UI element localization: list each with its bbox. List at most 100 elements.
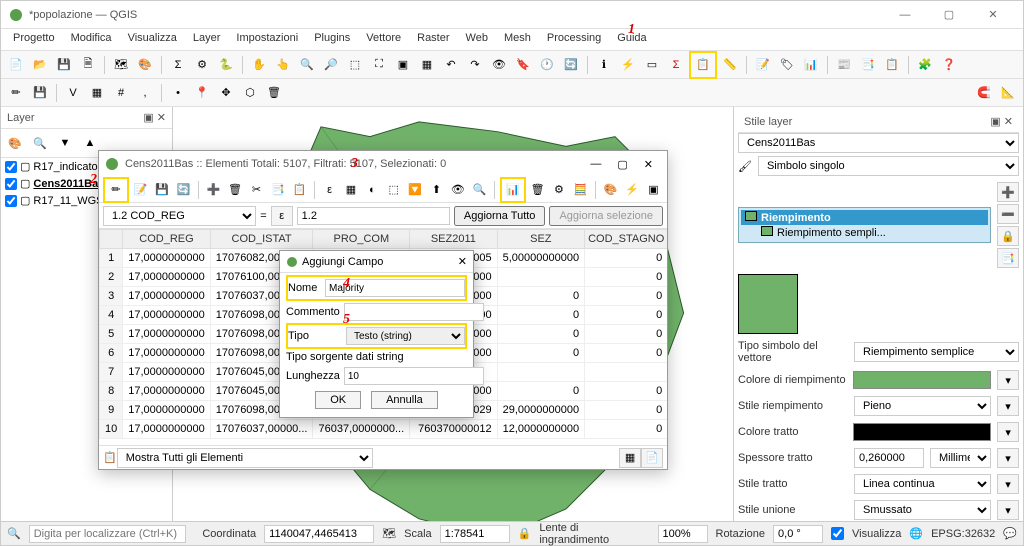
cell[interactable]: 0 [585, 382, 667, 401]
extents-icon[interactable]: 🗺 [382, 527, 396, 540]
cell[interactable]: 0 [585, 325, 667, 344]
new-field-icon[interactable]: 📊 [502, 179, 524, 201]
node-tool-icon[interactable]: ⬡ [239, 82, 261, 104]
trace-icon[interactable]: 📐 [997, 82, 1019, 104]
cond-format-icon[interactable]: 🎨 [601, 179, 620, 201]
invert-sel-icon[interactable]: ◐ [363, 179, 382, 201]
zoom-layer-icon[interactable]: ▦ [416, 54, 438, 76]
menu-impostazioni[interactable]: Impostazioni [228, 29, 306, 50]
zoom-full-icon[interactable]: ⛶ [368, 54, 390, 76]
join-style-opts-icon[interactable]: ▾ [997, 500, 1019, 520]
vector-type-select[interactable]: Riempimento semplice [854, 342, 1019, 362]
symbol-tree-child[interactable]: Riempimento sempli... [741, 225, 988, 240]
row-number[interactable]: 3 [100, 287, 123, 306]
delete-field-icon[interactable]: 🗑 [528, 179, 547, 201]
stroke-width-input[interactable] [854, 448, 924, 468]
update-all-button[interactable]: Aggiorna Tutto [454, 206, 546, 226]
filter-icon[interactable]: 🔽 [405, 179, 424, 201]
cell[interactable]: 17,0000000000 [123, 268, 210, 287]
temporal-icon[interactable]: 🕐 [536, 54, 558, 76]
select-expr-icon[interactable]: ε [320, 179, 339, 201]
addfield-cancel-button[interactable]: Annulla [371, 391, 438, 409]
plugin-icon[interactable]: 🧩 [914, 54, 936, 76]
cell[interactable]: 0 [497, 306, 584, 325]
menu-processing[interactable]: Processing [539, 29, 609, 50]
expand-icon[interactable]: ▼ [54, 132, 76, 154]
row-number[interactable]: 6 [100, 344, 123, 363]
update-sel-button[interactable]: Aggiorna selezione [549, 206, 663, 226]
save-edits2-icon[interactable]: 💾 [152, 179, 171, 201]
menu-visualizza[interactable]: Visualizza [120, 29, 185, 50]
style-manager-icon[interactable]: 🎨 [134, 54, 156, 76]
zoom-in-icon[interactable]: 🔍 [296, 54, 318, 76]
copy-icon[interactable]: 📑 [857, 54, 879, 76]
col-header[interactable]: PRO_COM [313, 230, 410, 249]
cell[interactable]: 17076037,00000... [210, 420, 313, 439]
menu-mesh[interactable]: Mesh [496, 29, 539, 50]
row-number[interactable]: 7 [100, 363, 123, 382]
menu-modifica[interactable]: Modifica [63, 29, 120, 50]
col-header[interactable]: COD_ISTAT [210, 230, 313, 249]
zoom-selection-icon[interactable]: ▣ [392, 54, 414, 76]
col-header[interactable]: COD_REG [123, 230, 210, 249]
layer-checkbox[interactable] [5, 195, 17, 207]
measure-icon[interactable]: 📏 [719, 54, 741, 76]
crs-icon[interactable]: 🌐 [909, 527, 923, 540]
row-number[interactable]: 10 [100, 420, 123, 439]
add-raster-icon[interactable]: ▦ [86, 82, 108, 104]
brush-icon[interactable]: 🖌 [738, 160, 752, 173]
addfield-comment-input[interactable] [344, 303, 484, 321]
symbol-mode-select[interactable]: Simbolo singolo [758, 156, 1019, 176]
zoom-last-icon[interactable]: ↶ [440, 54, 462, 76]
attr-expr-input[interactable] [297, 207, 450, 225]
actions-icon[interactable]: ⚡ [617, 54, 639, 76]
stroke-style-select[interactable]: Linea continua [854, 474, 991, 494]
addfield-ok-button[interactable]: OK [315, 391, 361, 409]
filter-legend-icon[interactable]: 🔍 [29, 132, 51, 154]
sigma-icon[interactable]: Σ [167, 54, 189, 76]
pan-icon[interactable]: ✋ [248, 54, 270, 76]
row-number[interactable]: 9 [100, 401, 123, 420]
minimize-button[interactable]: — [883, 1, 927, 29]
style-panel-close-icon[interactable]: ▣ ✕ [990, 115, 1013, 128]
col-header[interactable]: COD_STAGNO [585, 230, 667, 249]
composer-icon[interactable]: 📰 [833, 54, 855, 76]
cell[interactable]: 5,00000000000 [497, 249, 584, 268]
rot-input[interactable] [773, 525, 823, 543]
help-icon[interactable]: ❓ [938, 54, 960, 76]
actions2-icon[interactable]: ⚡ [622, 179, 641, 201]
menu-plugins[interactable]: Plugins [306, 29, 358, 50]
identify-icon[interactable]: ℹ [593, 54, 615, 76]
style-layer-select[interactable]: Cens2011Bas [738, 133, 1019, 153]
move-feature-icon[interactable]: ✥ [215, 82, 237, 104]
select-all-icon[interactable]: ▦ [341, 179, 360, 201]
cell[interactable]: 29,0000000000 [497, 401, 584, 420]
col-header[interactable]: SEZ2011 [410, 230, 497, 249]
digitize-icon[interactable]: • [167, 82, 189, 104]
render-checkbox[interactable] [831, 527, 844, 540]
cell[interactable]: 17,0000000000 [123, 306, 210, 325]
cut-icon[interactable]: ✂ [247, 179, 266, 201]
toggle-edit-icon[interactable]: ✏ [105, 179, 127, 201]
diagram-icon[interactable]: 📊 [800, 54, 822, 76]
add-point-icon[interactable]: 📍 [191, 82, 213, 104]
coord-input[interactable] [264, 525, 374, 543]
cell[interactable]: 0 [585, 344, 667, 363]
attribute-table-icon[interactable]: 📋 [692, 54, 714, 76]
form-view2-icon[interactable]: 📄 [641, 448, 663, 468]
cell[interactable] [497, 363, 584, 382]
select-features-icon[interactable]: ▭ [641, 54, 663, 76]
menu-web[interactable]: Web [458, 29, 496, 50]
new-project-icon[interactable]: 📄 [5, 54, 27, 76]
attr-close-icon[interactable]: ✕ [636, 158, 661, 171]
form-view-icon[interactable]: 📋 [103, 451, 117, 464]
copy2-icon[interactable]: 📑 [268, 179, 287, 201]
reload-icon[interactable]: 🔄 [174, 179, 193, 201]
cell[interactable]: 76037,0000000... [313, 420, 410, 439]
cell[interactable]: 17,0000000000 [123, 382, 210, 401]
row-number[interactable]: 4 [100, 306, 123, 325]
join-style-select[interactable]: Smussato [854, 500, 991, 520]
panel-close-icon[interactable]: ▣ ✕ [143, 111, 166, 124]
menu-vettore[interactable]: Vettore [358, 29, 409, 50]
stroke-style-opts-icon[interactable]: ▾ [997, 474, 1019, 494]
